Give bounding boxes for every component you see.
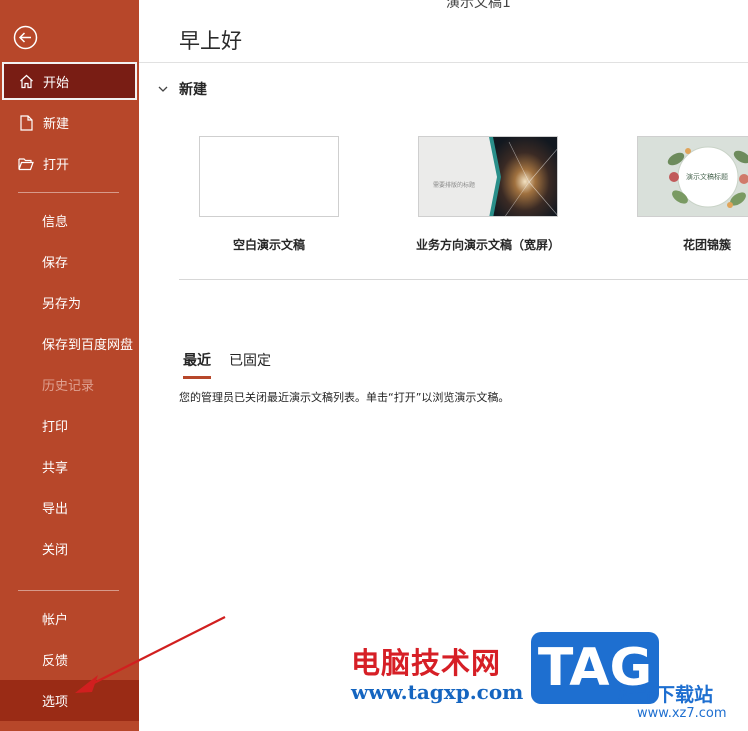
template-business[interactable]: 需要排版的标题 业务方向演示文稿（宽屏） xyxy=(416,136,560,252)
sidebar-item-label: 导出 xyxy=(42,502,69,517)
sidebar-item-history: 历史记录 xyxy=(0,364,139,405)
template-thumb-title: 需要排版的标题 xyxy=(433,182,476,189)
template-caption: 业务方向演示文稿（宽屏） xyxy=(415,238,560,252)
tab-recent[interactable]: 最近 xyxy=(183,350,211,379)
new-file-icon xyxy=(18,114,34,131)
chevron-down-icon xyxy=(158,86,168,92)
watermark-site-name: 电脑技术网 xyxy=(351,646,502,680)
sidebar-item-label: 保存到百度网盘 xyxy=(42,338,134,353)
sidebar-item-save-as[interactable]: 另存为 xyxy=(0,282,139,323)
annotation-arrow-icon xyxy=(75,616,226,693)
recent-tabs: 最近 已固定 xyxy=(183,350,289,379)
window-title: 演示文稿1 xyxy=(446,0,511,11)
sidebar-divider xyxy=(18,192,119,193)
template-caption: 空白演示文稿 xyxy=(232,238,305,252)
template-thumbnail: 演示文稿标题 xyxy=(637,136,748,217)
sidebar-item-export[interactable]: 导出 xyxy=(0,487,139,528)
sidebar-item-print[interactable]: 打印 xyxy=(0,405,139,446)
template-thumbnail: 需要排版的标题 xyxy=(418,136,558,217)
templates-divider xyxy=(179,279,748,280)
sidebar-item-label: 新建 xyxy=(43,117,70,132)
greeting-heading: 早上好 xyxy=(179,29,242,53)
header-divider xyxy=(139,62,748,63)
back-arrow-icon[interactable] xyxy=(13,25,38,50)
sidebar-item-label: 信息 xyxy=(42,215,69,230)
new-section-label: 新建 xyxy=(179,82,207,98)
watermark-site-url: www.tagxp.com xyxy=(351,680,524,704)
sidebar-item-label: 打开 xyxy=(43,158,70,173)
recent-list-disabled-message: 您的管理员已关闭最近演示文稿列表。单击“打开”以浏览演示文稿。 xyxy=(179,391,510,404)
sidebar-item-open[interactable]: 打开 xyxy=(0,143,139,184)
folder-open-icon xyxy=(18,156,34,172)
sidebar-item-share[interactable]: 共享 xyxy=(0,446,139,487)
sidebar-item-label: 历史记录 xyxy=(42,379,95,394)
watermark-site2-name: 极光下载站 xyxy=(618,684,714,706)
sidebar-divider xyxy=(18,590,119,591)
tab-pinned[interactable]: 已固定 xyxy=(229,350,271,379)
sidebar-item-save-to-baidu[interactable]: 保存到百度网盘 xyxy=(0,323,139,364)
template-thumbnail xyxy=(199,136,339,217)
sidebar-item-label: 开始 xyxy=(43,75,70,91)
template-caption: 花团锦簇 xyxy=(682,238,731,252)
home-icon xyxy=(18,73,34,89)
sidebar-item-label: 共享 xyxy=(42,461,69,476)
sidebar-item-close[interactable]: 关闭 xyxy=(0,528,139,569)
new-section-toggle[interactable]: 新建 xyxy=(157,79,207,99)
template-floral[interactable]: 演示文稿标题 花团锦簇 xyxy=(637,136,748,252)
sidebar-item-label: 保存 xyxy=(42,256,69,271)
sidebar-item-new[interactable]: 新建 xyxy=(0,102,139,143)
watermark-site2-url: www.xz7.com xyxy=(637,706,727,721)
sidebar-item-label: 打印 xyxy=(42,420,69,435)
sidebar-item-label: 帐户 xyxy=(42,613,69,628)
template-thumb-title: 演示文稿标题 xyxy=(686,173,728,181)
template-blank[interactable]: 空白演示文稿 xyxy=(199,136,339,252)
sidebar-item-label: 关闭 xyxy=(42,543,69,558)
sidebar-item-home[interactable]: 开始 xyxy=(2,62,137,100)
sidebar-item-label: 另存为 xyxy=(42,297,82,312)
sidebar-item-label: 反馈 xyxy=(42,654,69,669)
sidebar-item-label: 选项 xyxy=(42,695,69,710)
sidebar-item-save[interactable]: 保存 xyxy=(0,241,139,282)
sidebar-item-info[interactable]: 信息 xyxy=(0,200,139,241)
